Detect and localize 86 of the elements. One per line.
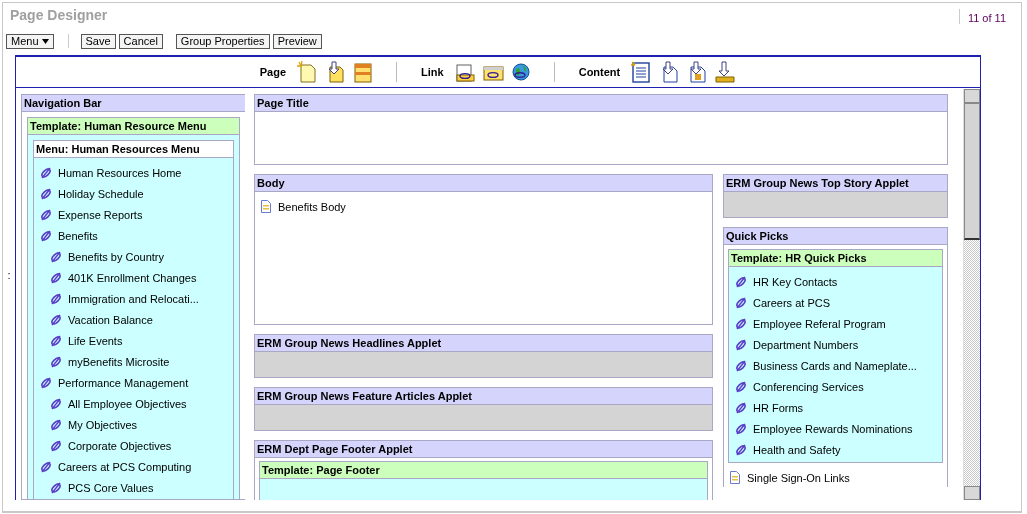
scroll-down-button[interactable] xyxy=(964,486,980,500)
link-icon xyxy=(40,166,52,179)
caret-icon xyxy=(41,38,49,44)
panel-header: ERM Group News Top Story Applet xyxy=(724,175,947,192)
menu-link[interactable]: Corporate Objectives xyxy=(68,439,172,452)
menu-link[interactable]: Employee Referal Program xyxy=(753,317,886,330)
menu-link[interactable]: Holiday Schedule xyxy=(58,187,144,200)
menu-link[interactable]: HR Forms xyxy=(753,401,804,414)
link-icon xyxy=(40,208,52,221)
menu-link[interactable]: Employee Rewards Nominations xyxy=(753,422,913,435)
toolbar-button[interactable]: Group Properties xyxy=(175,33,270,49)
content-import-icon[interactable] xyxy=(714,61,737,83)
panel-header: Body xyxy=(255,175,712,192)
palette-label: Page xyxy=(259,66,287,78)
scroll-up-button[interactable] xyxy=(964,89,980,103)
splitter-handle[interactable]: : xyxy=(7,269,11,281)
page-counter: 11 of 11 xyxy=(958,9,1014,24)
menu-link[interactable]: Health and Safety xyxy=(753,443,841,456)
menu-link[interactable]: Careers at PCS xyxy=(753,296,831,309)
menu-button[interactable]: Menu xyxy=(6,33,54,49)
link-icon xyxy=(50,334,62,347)
link-icon xyxy=(50,397,62,410)
link-icon xyxy=(50,292,62,305)
panel-header: ERM Group News Feature Articles Applet xyxy=(255,388,712,405)
template-header: Template: HR Quick Picks xyxy=(729,250,942,267)
link-icon xyxy=(735,338,747,351)
link-icon xyxy=(735,443,747,456)
menu-link[interactable]: Careers at PCS Computing xyxy=(58,460,192,473)
link-icon xyxy=(735,317,747,330)
menu-link[interactable]: PCS Core Values xyxy=(68,481,154,494)
link-icon xyxy=(50,355,62,368)
scrollbar[interactable] xyxy=(963,89,980,500)
link-icon xyxy=(735,380,747,393)
panel-header: Page Title xyxy=(255,95,947,112)
link-icon xyxy=(735,422,747,435)
document-icon xyxy=(729,471,741,484)
link-icon xyxy=(40,187,52,200)
menu-link[interactable]: Benefits by Country xyxy=(68,250,164,263)
link-icon xyxy=(50,271,62,284)
menu-link[interactable]: 401K Enrollment Changes xyxy=(68,271,197,284)
link-icon xyxy=(735,359,747,372)
link-icon xyxy=(50,439,62,452)
menu-link[interactable]: Department Numbers xyxy=(753,338,859,351)
link-icon xyxy=(50,250,62,263)
toolbar-button[interactable]: Preview xyxy=(272,33,322,49)
link-icon xyxy=(50,481,62,494)
menu-link[interactable]: Benefits Body xyxy=(278,200,346,213)
template-header: Template: Human Resource Menu xyxy=(28,118,239,135)
menu-link[interactable]: My Objectives xyxy=(68,418,138,431)
toolbar-button[interactable]: Cancel xyxy=(118,33,163,49)
link-icon xyxy=(40,460,52,473)
link-icon xyxy=(735,401,747,414)
link-icon xyxy=(50,418,62,431)
new-content-icon[interactable] xyxy=(630,61,653,83)
window-title: Page Designer xyxy=(10,7,108,25)
scroll-thumb[interactable] xyxy=(964,103,980,240)
link-page-icon[interactable] xyxy=(453,61,476,83)
globe-icon[interactable] xyxy=(509,61,532,83)
menu-link[interactable]: Single Sign-On Links xyxy=(747,471,850,484)
menu-link[interactable]: Business Cards and Nameplate... xyxy=(753,359,917,372)
document-icon xyxy=(260,200,272,213)
link-icon xyxy=(735,296,747,309)
menu-link[interactable]: Life Events xyxy=(68,334,123,347)
toolbar-button[interactable]: Save xyxy=(80,33,116,49)
menu-link[interactable]: myBenefits Microsite xyxy=(68,355,170,368)
menu-link[interactable]: Immigration and Relocati... xyxy=(68,292,199,305)
page-template-icon[interactable] xyxy=(352,61,375,83)
template-header: Template: Page Footer xyxy=(260,462,707,479)
link-icon xyxy=(50,313,62,326)
menu-link[interactable]: Performance Management xyxy=(58,376,189,389)
link-icon xyxy=(40,376,52,389)
menu-link[interactable]: HR Key Contacts xyxy=(753,275,838,288)
panel-header: Quick Picks xyxy=(724,228,947,245)
menu-link[interactable]: Human Resources Home xyxy=(58,166,182,179)
menu-link[interactable]: All Employee Objectives xyxy=(68,397,187,410)
panel-header: Navigation Bar xyxy=(22,95,245,112)
palette-label: Content xyxy=(578,66,621,78)
panel-header: ERM Dept Page Footer Applet xyxy=(255,441,712,458)
menu-link[interactable]: Conferencing Services xyxy=(753,380,864,393)
menu-link[interactable]: Expense Reports xyxy=(58,208,143,221)
menu-link[interactable]: Vacation Balance xyxy=(68,313,153,326)
panel-header: ERM Group News Headlines Applet xyxy=(255,335,712,352)
palette-label: Link xyxy=(421,66,444,78)
link-icon xyxy=(40,229,52,242)
link-icon xyxy=(735,275,747,288)
menu-link[interactable]: Benefits xyxy=(58,229,98,242)
